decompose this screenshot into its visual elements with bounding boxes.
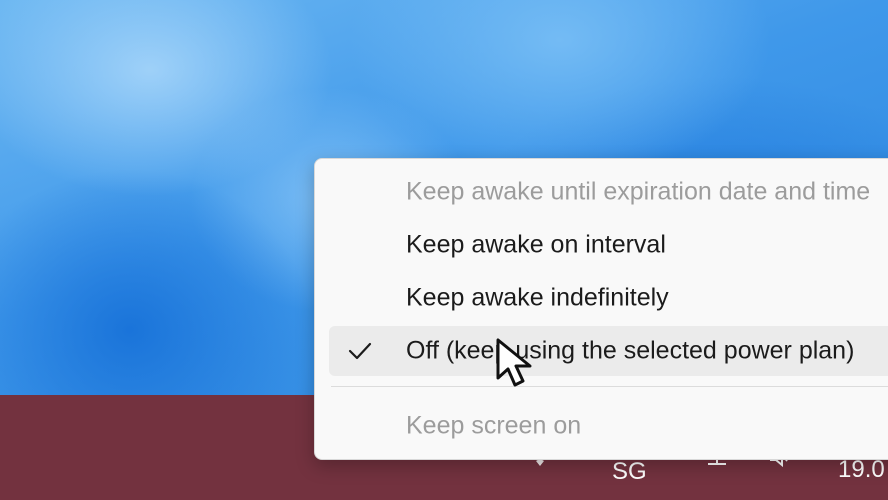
- context-menu: Keep awake until expiration date and tim…: [314, 158, 888, 460]
- menu-item-keep-awake-until-expiration[interactable]: Keep awake until expiration date and tim…: [329, 167, 888, 217]
- menu-item-label: Keep screen on: [406, 411, 582, 440]
- mouse-cursor-icon: [496, 338, 532, 387]
- menu-item-off[interactable]: Off (keep using the selected power plan): [329, 326, 888, 376]
- menu-item-label: Off (keep using the selected power plan): [406, 336, 855, 365]
- desktop: SG 19.0 Keep awake until expiration date…: [0, 0, 888, 500]
- menu-item-keep-awake-interval[interactable]: Keep awake on interval: [329, 220, 888, 270]
- menu-item-keep-screen-on[interactable]: Keep screen on: [329, 401, 888, 451]
- input-language-indicator[interactable]: SG: [612, 458, 647, 486]
- menu-item-keep-awake-indefinitely[interactable]: Keep awake indefinitely: [329, 273, 888, 323]
- menu-divider: [331, 386, 888, 387]
- taskbar-clock[interactable]: 19.0: [838, 456, 885, 484]
- menu-item-label: Keep awake until expiration date and tim…: [406, 177, 871, 206]
- checkmark-icon: [348, 342, 372, 360]
- menu-item-label: Keep awake on interval: [406, 230, 666, 259]
- menu-item-label: Keep awake indefinitely: [406, 283, 669, 312]
